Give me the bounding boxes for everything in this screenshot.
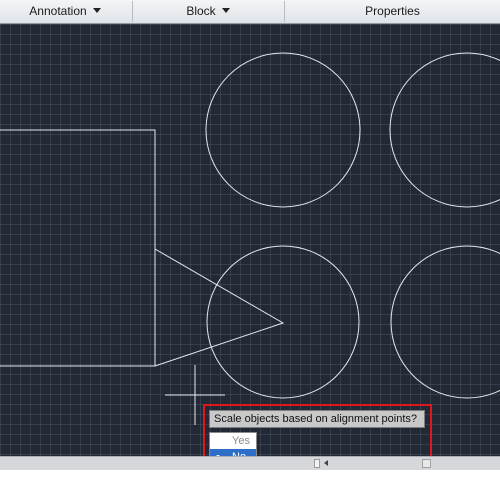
drawing-geometry — [0, 52, 500, 425]
ribbon-panel-bar: Annotation Block Properties — [0, 0, 500, 24]
bottom-strip — [0, 470, 500, 500]
drawing-canvas[interactable] — [0, 24, 500, 456]
chevron-down-icon — [221, 8, 230, 13]
ribbon-panel-properties-label: Properties — [365, 4, 420, 18]
scroll-left-arrow-icon[interactable] — [324, 460, 328, 466]
ribbon-panel-annotation-label: Annotation — [29, 4, 87, 18]
ribbon-panel-annotation[interactable]: Annotation — [0, 0, 130, 23]
horizontal-scrollbar[interactable] — [0, 456, 500, 470]
circle-bottom-left — [206, 245, 360, 399]
circle-bottom-right — [390, 245, 500, 399]
option-yes[interactable]: Yes — [210, 433, 256, 449]
scrollbar-thumb[interactable] — [314, 459, 320, 468]
rectangle-shape — [0, 129, 156, 367]
option-yes-label: Yes — [232, 435, 250, 447]
triangle-shape — [154, 248, 285, 367]
ribbon-panel-block-label: Block — [186, 4, 216, 18]
chevron-down-icon — [92, 8, 101, 13]
scroll-right-button[interactable] — [422, 459, 431, 468]
circle-top-right — [389, 52, 500, 208]
ribbon-panel-properties[interactable]: Properties — [285, 0, 500, 23]
ribbon-panel-block[interactable]: Block — [133, 0, 283, 23]
dynamic-input-prompt: Scale objects based on alignment points? — [209, 410, 425, 428]
circle-top-left — [205, 52, 361, 208]
